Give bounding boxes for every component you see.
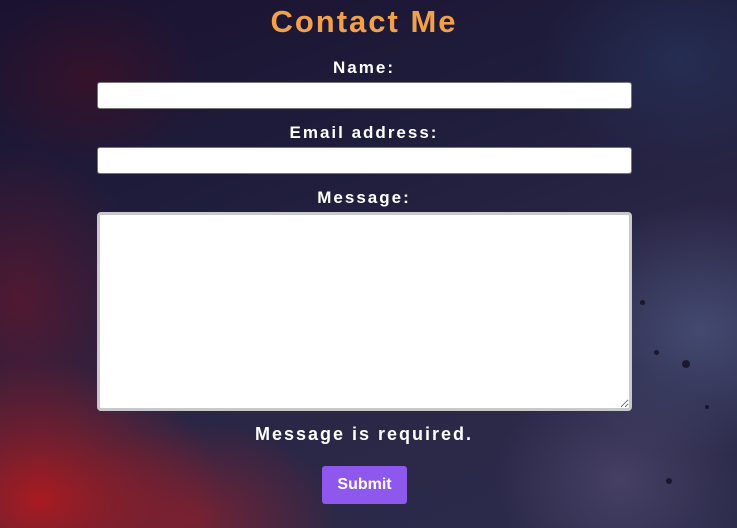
background-speck xyxy=(705,405,709,409)
background-speck xyxy=(682,360,690,368)
name-label: Name: xyxy=(333,58,395,77)
email-label: Email address: xyxy=(289,123,439,142)
background-speck xyxy=(654,350,659,355)
message-label: Message: xyxy=(317,188,411,207)
submit-button[interactable]: Submit xyxy=(322,466,407,504)
page-title: Contact Me xyxy=(270,4,458,39)
validation-error-message: Message is required. xyxy=(254,424,474,444)
name-input[interactable] xyxy=(97,82,632,109)
email-input[interactable] xyxy=(97,147,632,174)
message-textarea[interactable] xyxy=(97,212,632,411)
background-speck xyxy=(666,478,672,484)
contact-page: Contact Me Name: Email address: Message:… xyxy=(0,0,737,528)
background-speck xyxy=(640,300,645,305)
